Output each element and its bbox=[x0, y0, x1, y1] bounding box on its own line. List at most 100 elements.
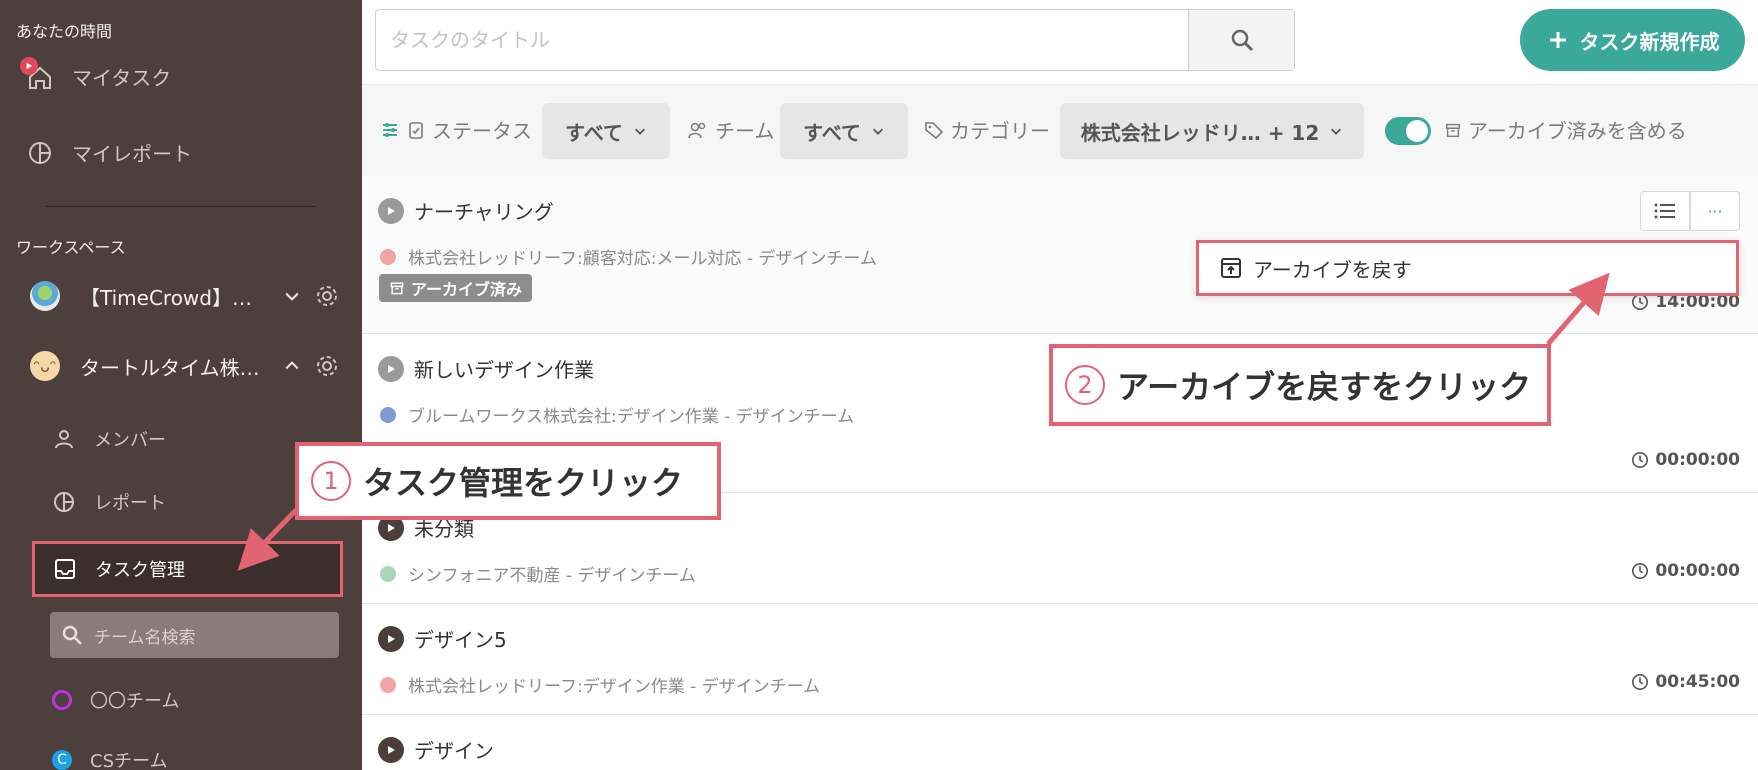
task-subtitle: ブルームワークス株式会社:デザイン作業 - デザインチーム bbox=[380, 402, 854, 427]
new-task-button[interactable]: タスク新規作成 bbox=[1520, 9, 1745, 71]
gear-icon[interactable] bbox=[314, 353, 340, 379]
team-name: CSチーム bbox=[90, 751, 168, 770]
gear-icon[interactable] bbox=[314, 283, 340, 309]
category-dot bbox=[380, 248, 396, 265]
chevron-down-icon[interactable] bbox=[280, 284, 304, 308]
task-subtitle-text: ブルームワークス株式会社:デザイン作業 - デザインチーム bbox=[408, 407, 855, 427]
task-subtitle-text: 株式会社レッドリーフ:デザイン作業 - デザインチーム bbox=[408, 677, 821, 697]
sidebar-item-members[interactable]: メンバー bbox=[52, 426, 166, 452]
status-filter-value: すべて bbox=[565, 120, 623, 145]
workspace-avatar bbox=[30, 281, 60, 311]
archive-icon bbox=[390, 282, 404, 295]
play-icon[interactable] bbox=[378, 197, 404, 224]
task-time-text: 00:45:00 bbox=[1655, 672, 1740, 692]
inbox-icon bbox=[55, 559, 75, 579]
search-button[interactable] bbox=[1188, 10, 1294, 70]
task-subtitle: シンフォニア不動産 - デザインチーム bbox=[380, 561, 696, 586]
list-icon bbox=[1654, 203, 1675, 219]
task-row-actions: ··· bbox=[1640, 191, 1741, 231]
sidebar-item-task-management[interactable]: タスク管理 bbox=[32, 541, 343, 597]
unarchive-menu-item[interactable]: アーカイブを戻す bbox=[1196, 240, 1739, 296]
status-filter-label: ステータス bbox=[380, 115, 532, 144]
task-subtitle: 株式会社レッドリーフ:顧客対応:メール対応 - デザインチーム bbox=[380, 244, 877, 269]
task-title-text: デザイン5 bbox=[414, 628, 507, 652]
step-number: 1 bbox=[311, 461, 351, 501]
task-management-label: タスク管理 bbox=[95, 560, 185, 581]
search-icon bbox=[1231, 29, 1253, 52]
task-row[interactable]: デザイン5 株式会社レッドリーフ:デザイン作業 - デザインチーム 00:45:… bbox=[362, 604, 1758, 715]
team-filter-value: すべて bbox=[803, 120, 861, 145]
team-filter-select[interactable]: すべて bbox=[780, 103, 908, 159]
sidebar-item-my-tasks[interactable]: マイタスク bbox=[20, 56, 171, 91]
task-subtitle-text: 株式会社レッドリーフ:顧客対応:メール対応 - デザインチーム bbox=[408, 249, 877, 269]
app-root: あなたの時間 マイタスク マイレポート ワークスペース 【TimeCrowd】… bbox=[0, 0, 1758, 770]
include-archived-text: アーカイブ済みを含める bbox=[1468, 119, 1687, 143]
include-archived-label: アーカイブ済みを含める bbox=[1444, 115, 1687, 144]
task-title: デザイン5 bbox=[378, 624, 507, 653]
team-search-field[interactable]: チーム名検索 bbox=[50, 612, 339, 658]
task-time: 00:45:00 bbox=[1631, 672, 1740, 692]
team-color-dot bbox=[52, 690, 72, 710]
status-filter-select[interactable]: すべて bbox=[542, 103, 670, 159]
filter-bar: ステータス すべて チーム すべて カテゴリー 株式会社レッドリ… + 12 ア… bbox=[362, 84, 1758, 176]
play-icon[interactable] bbox=[378, 355, 404, 382]
play-icon[interactable] bbox=[378, 736, 404, 763]
search-icon bbox=[62, 625, 82, 645]
person-icon bbox=[55, 430, 73, 449]
workspace-heading: ワークスペース bbox=[16, 238, 126, 257]
chevron-up-icon[interactable] bbox=[280, 354, 304, 378]
home-play-icon bbox=[20, 56, 54, 91]
task-time-text: 00:00:00 bbox=[1655, 450, 1740, 470]
clipboard-check-icon bbox=[409, 121, 423, 139]
task-row[interactable]: デザイン bbox=[362, 715, 1758, 770]
task-title: ナーチャリング bbox=[378, 196, 554, 225]
task-time: 00:00:00 bbox=[1631, 561, 1740, 581]
archive-icon bbox=[1445, 123, 1461, 137]
task-subtitle: 株式会社レッドリーフ:デザイン作業 - デザインチーム bbox=[380, 672, 820, 697]
task-title-text: デザイン bbox=[414, 739, 494, 763]
sidebar-divider bbox=[46, 206, 316, 207]
more-menu-button[interactable]: ··· bbox=[1690, 191, 1740, 231]
play-icon[interactable] bbox=[378, 625, 404, 652]
team-item[interactable]: 〇〇チーム bbox=[52, 687, 179, 713]
list-view-button[interactable] bbox=[1640, 191, 1690, 231]
task-subtitle-text: シンフォニア不動産 - デザインチーム bbox=[408, 566, 696, 586]
chevron-down-icon bbox=[634, 128, 645, 135]
workspace-name: 【TimeCrowd】… bbox=[80, 285, 252, 310]
task-time-text: 00:00:00 bbox=[1655, 561, 1740, 581]
your-time-heading: あなたの時間 bbox=[16, 22, 113, 41]
unarchive-icon bbox=[1221, 258, 1241, 278]
callout-step1: 1 タスク管理をクリック bbox=[295, 442, 721, 520]
category-dot bbox=[380, 676, 396, 693]
task-search-box bbox=[375, 9, 1295, 71]
more-icon: ··· bbox=[1707, 201, 1723, 221]
people-icon bbox=[688, 122, 706, 138]
clock-icon bbox=[1632, 673, 1649, 691]
plus-icon bbox=[1549, 32, 1566, 48]
step-number: 2 bbox=[1065, 365, 1105, 405]
include-archived-toggle[interactable] bbox=[1385, 117, 1431, 145]
callout-step1-text: タスク管理をクリック bbox=[363, 464, 684, 502]
pie-chart-icon bbox=[54, 492, 74, 512]
sidebar-item-my-report[interactable]: マイレポート bbox=[26, 138, 192, 167]
archived-badge: アーカイブ済み bbox=[379, 274, 533, 302]
clock-icon bbox=[1632, 562, 1649, 580]
my-report-label: マイレポート bbox=[72, 142, 192, 166]
category-dot bbox=[380, 565, 396, 582]
team-search-placeholder: チーム名検索 bbox=[94, 627, 196, 648]
team-label-text: チーム bbox=[715, 119, 775, 143]
workspace-item-timecrowd[interactable]: 【TimeCrowd】… bbox=[30, 281, 340, 311]
sidebar-item-reports[interactable]: レポート bbox=[52, 489, 166, 515]
workspace-item-turtletime[interactable]: ᵔᴗᵔ タートルタイム株… bbox=[30, 351, 340, 381]
category-filter-select[interactable]: 株式会社レッドリ… + 12 bbox=[1060, 103, 1364, 159]
tag-icon bbox=[925, 121, 944, 139]
pie-chart-icon bbox=[29, 141, 51, 164]
chevron-down-icon bbox=[872, 128, 883, 135]
task-search-input[interactable] bbox=[376, 10, 1188, 70]
workspace-name: タートルタイム株… bbox=[80, 355, 260, 380]
team-item[interactable]: C CSチーム bbox=[52, 747, 167, 770]
category-filter-value: 株式会社レッドリ… + 12 bbox=[1080, 120, 1320, 145]
sliders-icon bbox=[383, 122, 397, 137]
clock-icon bbox=[1632, 451, 1649, 469]
unarchive-label: アーカイブを戻す bbox=[1253, 257, 1412, 282]
